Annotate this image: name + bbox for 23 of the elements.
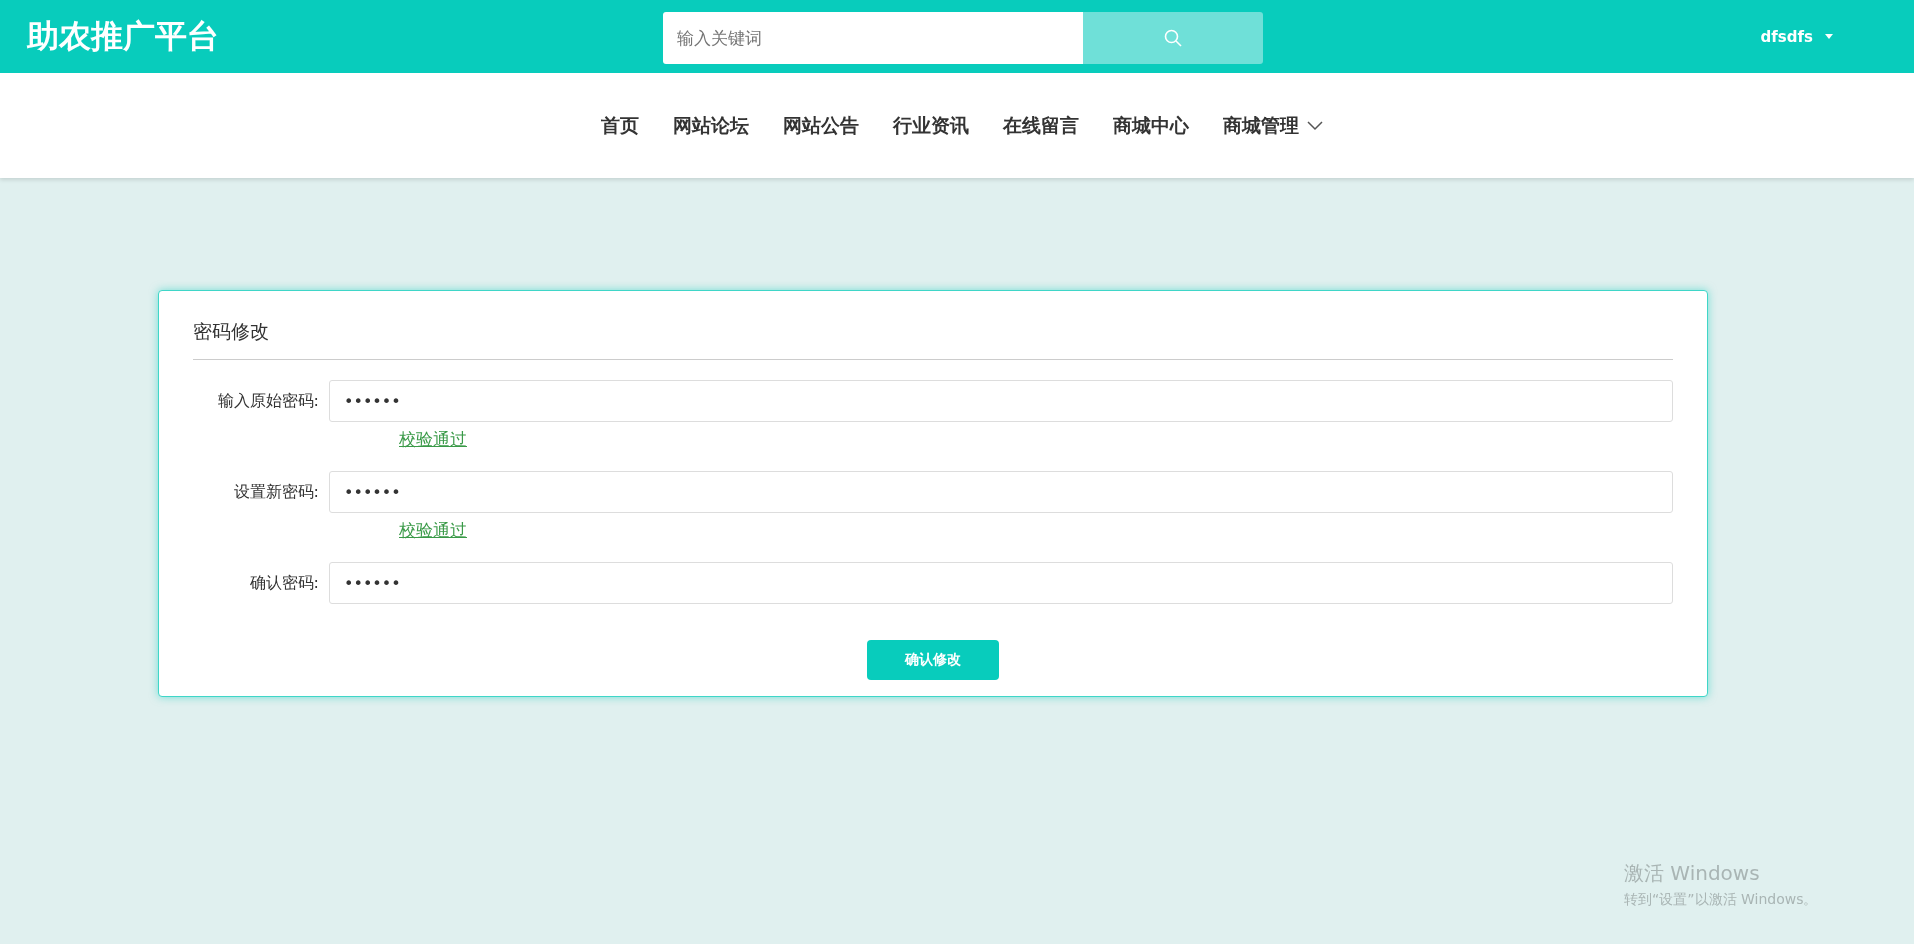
nav-link[interactable]: 商城管理	[1223, 112, 1323, 139]
activation-title: 激活 Windows	[1624, 860, 1761, 887]
nav-link[interactable]: 行业资讯	[893, 112, 969, 139]
form-title: 密码修改	[193, 319, 1673, 360]
activation-text: 转到“设置”以激活 Windows。	[1624, 891, 1818, 909]
nav-link[interactable]: 网站公告	[783, 112, 859, 139]
password-field[interactable]: ••••••	[329, 562, 1673, 604]
field-label: 设置新密码:	[232, 481, 320, 503]
nav-link[interactable]: 首页	[601, 112, 639, 139]
password-field[interactable]: ••••••	[329, 471, 1673, 513]
nav-link[interactable]: 网站论坛	[673, 112, 749, 139]
password-field[interactable]: ••••••	[329, 380, 1673, 422]
search-field[interactable]: 输入关键词	[663, 12, 1083, 64]
chevron-down-icon	[1307, 120, 1323, 131]
caret-icon[interactable]	[1825, 34, 1833, 39]
field-label: 输入原始密码:	[216, 390, 320, 412]
nav-link[interactable]: 商城中心	[1113, 112, 1189, 139]
search-icon	[1164, 29, 1182, 47]
site-title: 助农推广平台	[27, 15, 219, 57]
field-label: 确认密码:	[248, 572, 320, 594]
nav-link[interactable]: 在线留言	[1003, 112, 1079, 139]
validation-message: 校验通过	[399, 519, 468, 542]
validation-message: 校验通过	[399, 428, 468, 451]
